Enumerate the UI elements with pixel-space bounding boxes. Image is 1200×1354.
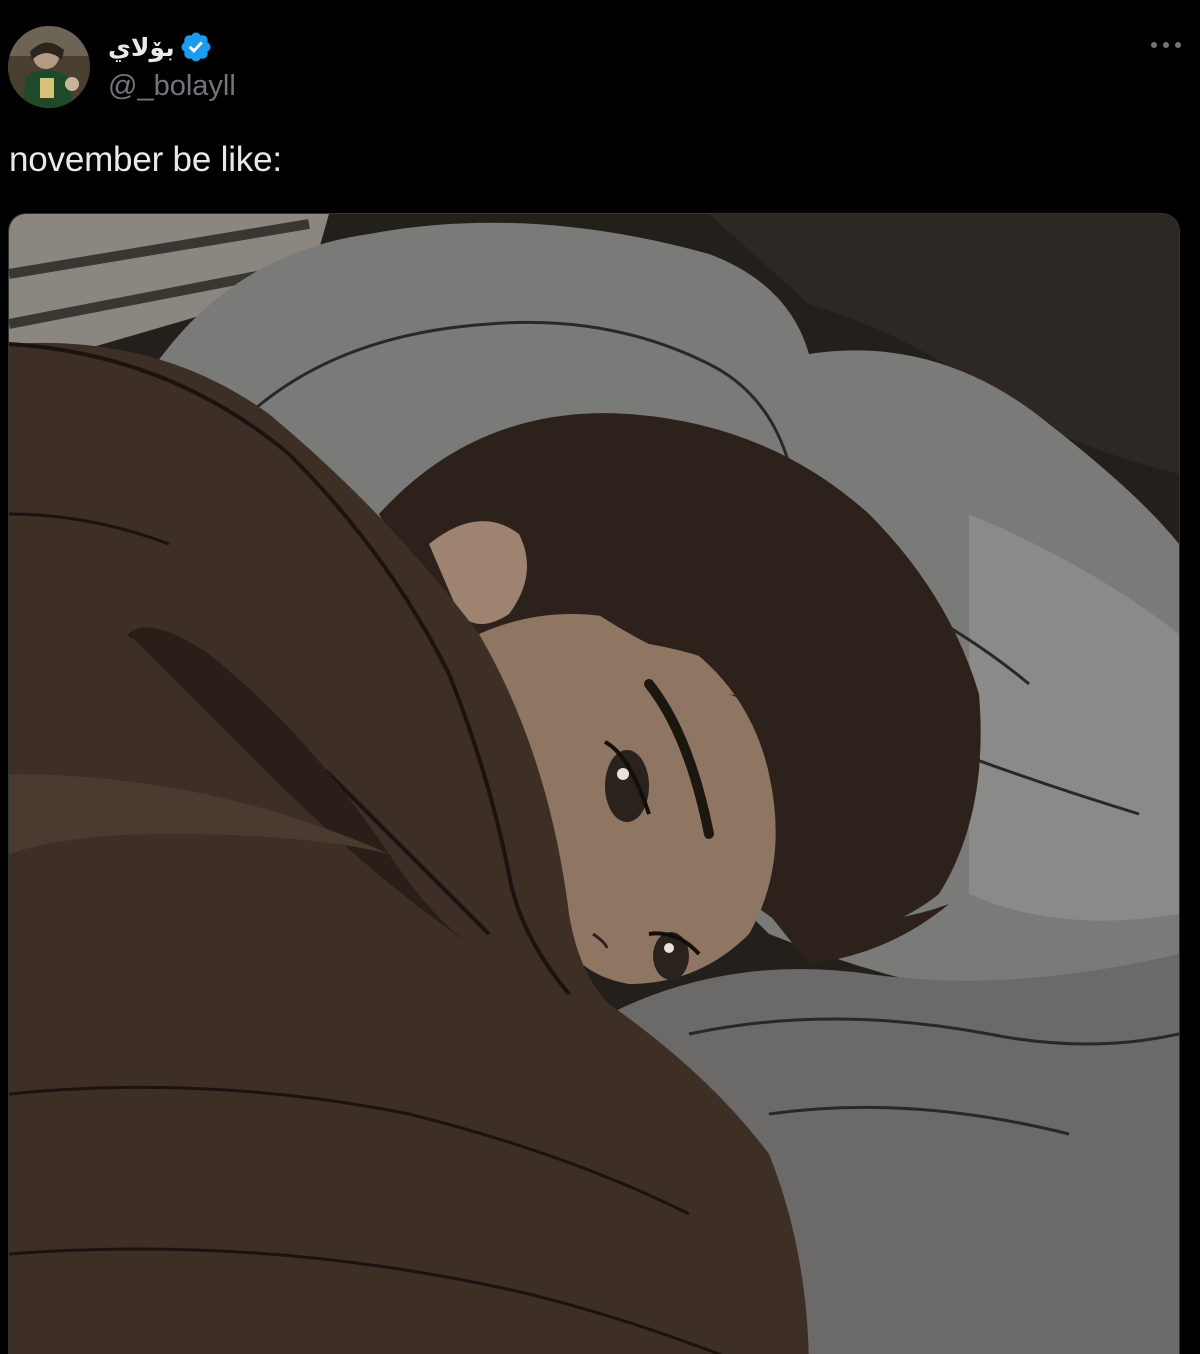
user-info: بۆلاي @_bolayll (108, 28, 236, 103)
tweet-card: بۆلاي @_bolayll november be like: (0, 0, 1200, 1354)
user-handle[interactable]: @_bolayll (108, 70, 236, 103)
verified-badge-icon (179, 30, 213, 64)
anime-girl-in-bed-illustration (9, 214, 1179, 1354)
user-avatar[interactable] (8, 26, 90, 108)
more-options-icon[interactable] (1148, 34, 1184, 56)
tweet-text: november be like: (9, 140, 282, 179)
display-name[interactable]: بۆلاي (108, 33, 175, 62)
tweet-header: بۆلاي @_bolayll (8, 26, 1192, 110)
tweet-media-image[interactable] (8, 213, 1180, 1354)
name-row: بۆلاي (108, 28, 236, 66)
avatar-image (8, 26, 90, 108)
